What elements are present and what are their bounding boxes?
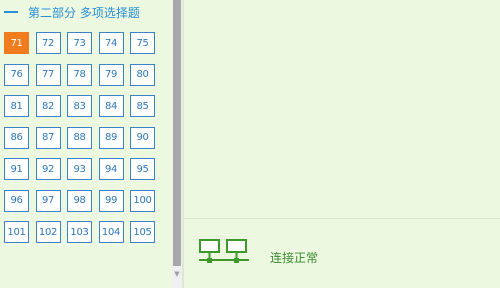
question-button-83[interactable]: 83: [67, 95, 92, 117]
question-button-87[interactable]: 87: [35, 126, 61, 149]
question-button-98[interactable]: 98: [67, 189, 92, 212]
question-button-93[interactable]: 93: [67, 158, 92, 180]
question-button-90[interactable]: 90: [130, 126, 155, 149]
question-grid: 71 72 73 74 75 76 77 78 79 80 81 82 83 84 85 86 87 88 89 90…: [4, 32, 155, 243]
question-button-97[interactable]: 97: [35, 189, 61, 212]
question-button-72[interactable]: 72: [35, 32, 61, 54]
question-button-105[interactable]: 105: [130, 221, 155, 243]
question-button-94[interactable]: 94: [98, 158, 124, 180]
question-button-85[interactable]: 85: [130, 95, 155, 117]
content-panel: 连接正常: [182, 0, 500, 288]
question-button-96[interactable]: 96: [4, 189, 29, 212]
section-title: 第二部分 多项选择题: [28, 5, 140, 20]
question-button-101[interactable]: 101: [4, 221, 29, 243]
question-button-103[interactable]: 103: [67, 221, 92, 243]
question-button-78[interactable]: 78: [67, 63, 92, 86]
question-button-79[interactable]: 79: [98, 63, 124, 86]
status-text: 连接正常: [270, 250, 319, 265]
question-button-104[interactable]: 104: [98, 221, 124, 243]
question-button-74[interactable]: 74: [98, 32, 124, 54]
network-icon: [199, 239, 249, 263]
question-button-76[interactable]: 76: [4, 63, 29, 86]
question-button-75[interactable]: 75: [130, 32, 155, 54]
question-button-91[interactable]: 91: [4, 158, 29, 180]
scrollbar-thumb[interactable]: [173, 0, 181, 266]
question-button-82[interactable]: 82: [35, 95, 61, 117]
question-nav-panel: 第二部分 多项选择题 71 72 73 74 75 76 77 78 79 80 81 82 83 84 8…: [0, 0, 172, 288]
connection-status: 连接正常: [198, 238, 318, 268]
question-button-73[interactable]: 73: [67, 32, 92, 54]
section-header: 第二部分 多项选择题: [4, 3, 140, 21]
vertical-scrollbar[interactable]: ▼: [172, 0, 182, 288]
question-button-71[interactable]: 71: [4, 32, 29, 54]
question-button-86[interactable]: 86: [4, 126, 29, 149]
question-button-95[interactable]: 95: [130, 158, 155, 180]
question-button-80[interactable]: 80: [130, 63, 155, 86]
question-button-77[interactable]: 77: [35, 63, 61, 86]
question-button-89[interactable]: 89: [98, 126, 124, 149]
question-button-100[interactable]: 100: [130, 189, 155, 212]
scroll-down-arrow-icon[interactable]: ▼: [172, 268, 182, 280]
question-button-88[interactable]: 88: [67, 126, 92, 149]
divider: [184, 218, 500, 219]
question-button-81[interactable]: 81: [4, 95, 29, 117]
question-button-92[interactable]: 92: [35, 158, 61, 180]
question-button-102[interactable]: 102: [35, 221, 61, 243]
question-button-84[interactable]: 84: [98, 95, 124, 117]
question-button-99[interactable]: 99: [98, 189, 124, 212]
section-dash-icon: [4, 11, 18, 13]
